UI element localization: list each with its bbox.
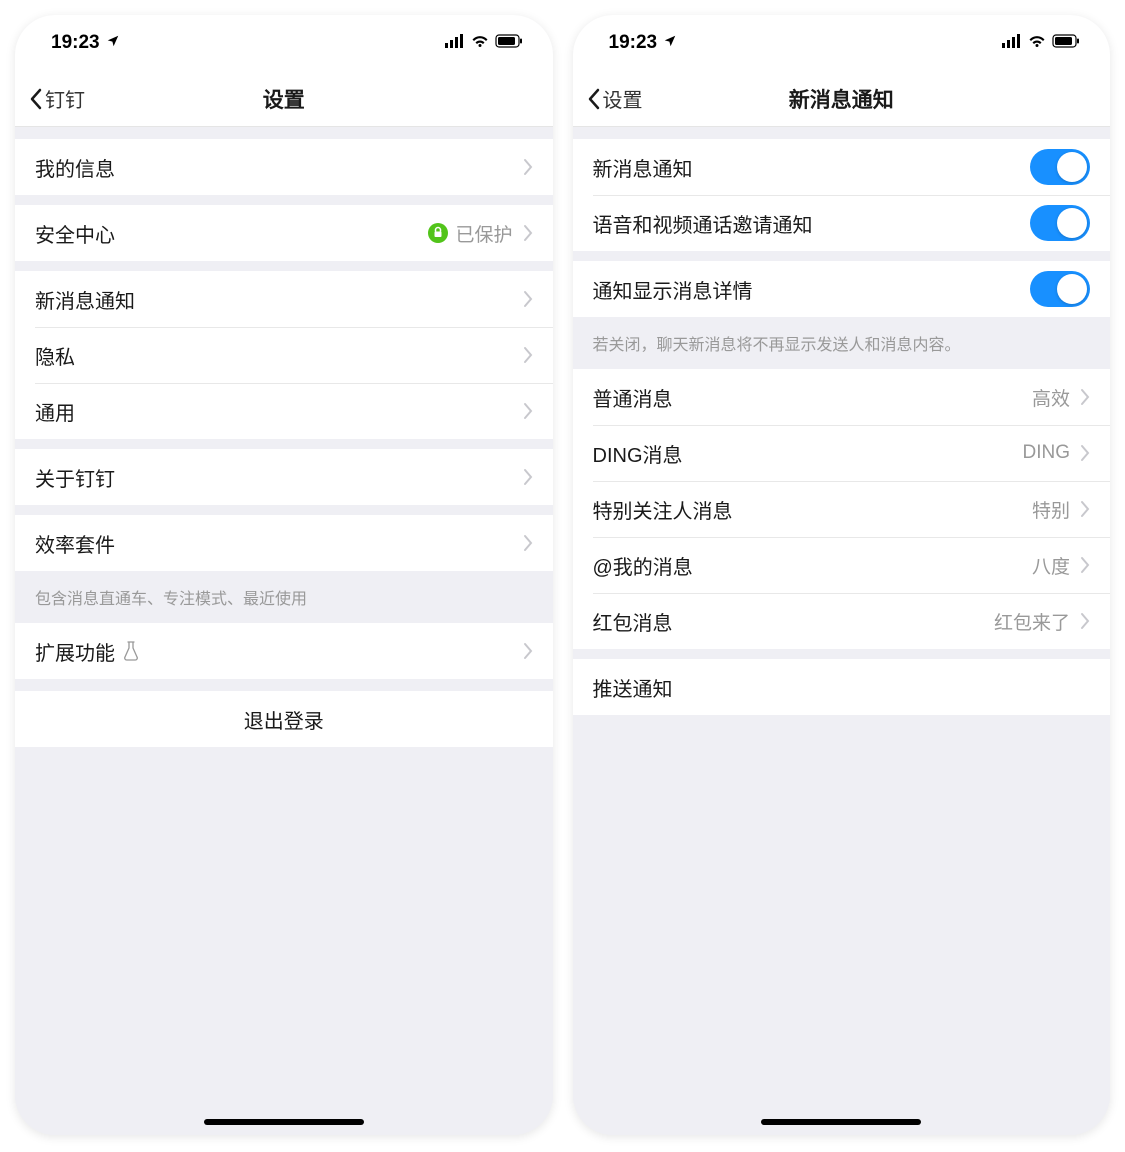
chevron-right-icon <box>523 402 533 420</box>
row-sound-special[interactable]: 特别关注人消息 特别 <box>573 481 1111 537</box>
chevron-right-icon <box>523 346 533 364</box>
page-title: 设置 <box>15 84 553 114</box>
row-av-invite-toggle: 语音和视频通话邀请通知 <box>573 195 1111 251</box>
status-time: 19:23 <box>51 32 100 54</box>
chevron-right-icon <box>1080 388 1090 406</box>
phone-notifications: 19:23 设置 新消息通知 新消息通知 语音和视频通话邀请通知 <box>573 15 1111 1135</box>
phone-settings: 19:23 钉钉 设置 我的信息 安全中心 <box>15 15 553 1135</box>
row-label: 语音和视频通话邀请通知 <box>593 209 1031 238</box>
nav-bar: 钉钉 设置 <box>15 71 553 127</box>
back-label: 钉钉 <box>45 84 85 113</box>
toggle-show-detail[interactable] <box>1030 271 1090 307</box>
row-security[interactable]: 安全中心 已保护 <box>15 205 553 261</box>
chevron-right-icon <box>1080 444 1090 462</box>
chevron-right-icon <box>523 224 533 242</box>
row-value: 高效 <box>1032 384 1070 411</box>
row-label: 通知显示消息详情 <box>593 275 1031 304</box>
nav-bar: 设置 新消息通知 <box>573 71 1111 127</box>
wifi-icon <box>471 32 489 54</box>
row-label: 新消息通知 <box>593 153 1031 182</box>
row-label: 我的信息 <box>35 153 513 182</box>
signal-icon <box>445 32 465 54</box>
chevron-right-icon <box>523 158 533 176</box>
notifications-content: 新消息通知 语音和视频通话邀请通知 通知显示消息详情 若关闭，聊天新消息将不再显… <box>573 127 1111 1135</box>
row-extensions[interactable]: 扩展功能 <box>15 623 553 679</box>
chevron-right-icon <box>523 468 533 486</box>
show-detail-note: 若关闭，聊天新消息将不再显示发送人和消息内容。 <box>573 317 1111 369</box>
efficiency-note: 包含消息直通车、专注模式、最近使用 <box>15 571 553 623</box>
row-my-info[interactable]: 我的信息 <box>15 139 553 195</box>
logout-label: 退出登录 <box>35 705 533 734</box>
home-indicator[interactable] <box>204 1119 364 1125</box>
row-value: 红包来了 <box>994 608 1070 635</box>
status-time: 19:23 <box>609 32 658 54</box>
row-sound-redpacket[interactable]: 红包消息 红包来了 <box>573 593 1111 649</box>
row-label: 推送通知 <box>593 673 1091 702</box>
chevron-right-icon <box>1080 556 1090 574</box>
row-new-message-toggle: 新消息通知 <box>573 139 1111 195</box>
row-value: 八度 <box>1032 552 1070 579</box>
row-label: 安全中心 <box>35 219 427 248</box>
back-button[interactable]: 钉钉 <box>15 84 85 113</box>
row-general[interactable]: 通用 <box>15 383 553 439</box>
chevron-right-icon <box>523 290 533 308</box>
battery-icon <box>495 32 523 54</box>
row-show-detail-toggle: 通知显示消息详情 <box>573 261 1111 317</box>
back-button[interactable]: 设置 <box>573 84 643 113</box>
settings-content: 我的信息 安全中心 已保护 新消息通知 隐私 <box>15 127 553 1135</box>
row-logout[interactable]: 退出登录 <box>15 691 553 747</box>
row-label: 红包消息 <box>593 607 994 636</box>
row-label: 效率套件 <box>35 529 513 558</box>
back-label: 设置 <box>603 84 643 113</box>
battery-icon <box>1052 32 1080 54</box>
row-notifications[interactable]: 新消息通知 <box>15 271 553 327</box>
row-label: 新消息通知 <box>35 285 513 314</box>
location-icon <box>106 32 120 54</box>
row-about[interactable]: 关于钉钉 <box>15 449 553 505</box>
wifi-icon <box>1028 32 1046 54</box>
row-label: 普通消息 <box>593 383 1032 412</box>
flask-icon <box>123 641 141 661</box>
status-bar: 19:23 <box>15 15 553 71</box>
shield-lock-icon <box>427 222 449 244</box>
row-sound-ding[interactable]: DING消息 DING <box>573 425 1111 481</box>
row-label: DING消息 <box>593 439 1023 468</box>
chevron-right-icon <box>1080 612 1090 630</box>
signal-icon <box>1002 32 1022 54</box>
toggle-new-message[interactable] <box>1030 149 1090 185</box>
row-value: 已保护 <box>427 220 512 247</box>
status-bar: 19:23 <box>573 15 1111 71</box>
toggle-av-invite[interactable] <box>1030 205 1090 241</box>
home-indicator[interactable] <box>761 1119 921 1125</box>
row-label: 扩展功能 <box>35 637 513 666</box>
row-label: 关于钉钉 <box>35 463 513 492</box>
row-sound-normal[interactable]: 普通消息 高效 <box>573 369 1111 425</box>
chevron-right-icon <box>523 642 533 660</box>
page-title: 新消息通知 <box>573 84 1111 114</box>
row-label: 隐私 <box>35 341 513 370</box>
row-value: DING <box>1023 442 1071 464</box>
row-value: 特别 <box>1032 496 1070 523</box>
chevron-right-icon <box>1080 500 1090 518</box>
location-icon <box>663 32 677 54</box>
chevron-right-icon <box>523 534 533 552</box>
row-label: @我的消息 <box>593 551 1032 580</box>
row-sound-at-me[interactable]: @我的消息 八度 <box>573 537 1111 593</box>
row-label: 特别关注人消息 <box>593 495 1032 524</box>
row-privacy[interactable]: 隐私 <box>15 327 553 383</box>
row-push[interactable]: 推送通知 <box>573 659 1111 715</box>
row-label: 通用 <box>35 397 513 426</box>
row-efficiency[interactable]: 效率套件 <box>15 515 553 571</box>
